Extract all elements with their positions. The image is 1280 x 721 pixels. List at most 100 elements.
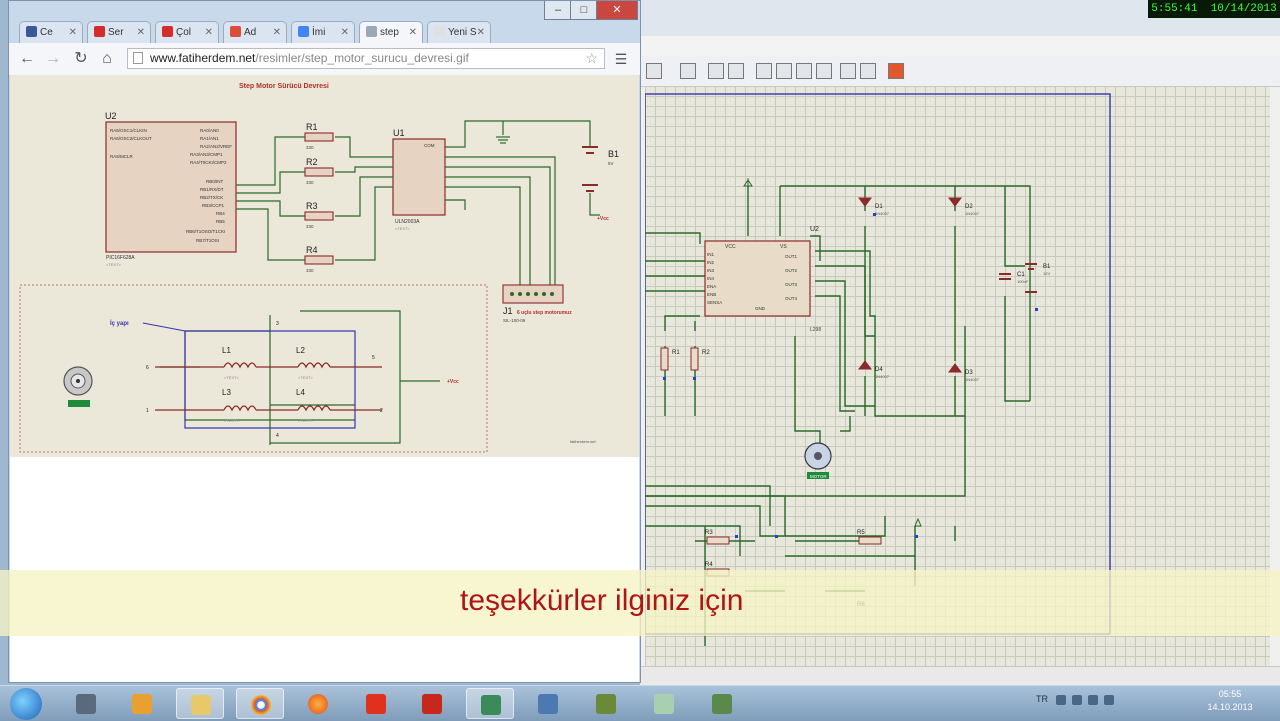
bookmark-star-icon[interactable]: ☆ bbox=[585, 49, 598, 68]
system-clock[interactable]: 05:55 14.10.2013 bbox=[1200, 688, 1260, 714]
forward-arrow-icon[interactable]: → bbox=[43, 49, 63, 69]
google-plus-icon bbox=[230, 26, 241, 37]
uln-label: U1 bbox=[393, 128, 405, 138]
pic-label: U2 bbox=[105, 111, 117, 121]
notepad-taskbar-button[interactable] bbox=[640, 688, 688, 719]
resistor-r1[interactable] bbox=[660, 347, 669, 371]
pic-pin-right-9: RB3/CCP1 bbox=[202, 203, 225, 208]
language-indicator[interactable]: TR bbox=[1036, 694, 1048, 704]
youtube-icon bbox=[162, 26, 173, 37]
pdf-taskbar-button[interactable] bbox=[408, 688, 456, 719]
diode-d2-part: 1N4007 bbox=[965, 211, 980, 216]
tab-label: Ser bbox=[108, 27, 124, 38]
close-icon[interactable]: ✕ bbox=[341, 22, 349, 43]
maximize-button[interactable]: □ bbox=[570, 1, 598, 20]
home-icon[interactable]: ⌂ bbox=[97, 49, 117, 69]
l298-vs: VS bbox=[780, 244, 787, 250]
inner-structure-frame bbox=[19, 284, 488, 453]
close-icon[interactable]: ✕ bbox=[137, 22, 145, 43]
media-player-icon bbox=[76, 694, 96, 714]
volume-icon[interactable] bbox=[1087, 694, 1098, 705]
tab-label: Ce bbox=[40, 27, 53, 38]
pic-pin-left-2: RA6/OSC2/CLKOUT bbox=[110, 136, 152, 141]
close-icon[interactable]: ✕ bbox=[477, 22, 485, 43]
chrome-icon bbox=[251, 695, 271, 715]
google-icon bbox=[298, 26, 309, 37]
tools-icon[interactable] bbox=[728, 63, 744, 79]
close-icon[interactable]: ✕ bbox=[409, 22, 417, 43]
wire-icon[interactable] bbox=[708, 63, 724, 79]
isis-icon bbox=[481, 695, 501, 715]
tab-youtube-1[interactable]: Ser ✕ bbox=[87, 21, 151, 43]
pic-pin-right-10: RB4 bbox=[216, 211, 225, 216]
music-icon[interactable] bbox=[816, 63, 832, 79]
circuit-taskbar-button[interactable] bbox=[582, 688, 630, 719]
start-button[interactable] bbox=[10, 688, 42, 720]
tools-taskbar-button[interactable] bbox=[698, 688, 746, 719]
tab-google[interactable]: İmi ✕ bbox=[291, 21, 355, 43]
chrome-taskbar-button[interactable] bbox=[236, 688, 284, 719]
pic-pin-right-5: RA4/T0CKI/CMP2 bbox=[190, 160, 227, 165]
minimize-button[interactable]: – bbox=[544, 1, 572, 20]
media-player-taskbar-button[interactable] bbox=[62, 688, 110, 719]
coil-l2-text: <TEXT> bbox=[298, 375, 314, 380]
zoom-icon[interactable] bbox=[646, 63, 662, 79]
diode-d2[interactable] bbox=[948, 197, 962, 207]
tab-google-plus[interactable]: Ad ✕ bbox=[223, 21, 287, 43]
resistor-r3[interactable] bbox=[706, 536, 730, 545]
close-icon[interactable]: ✕ bbox=[205, 22, 213, 43]
menu-icon[interactable]: ☰ bbox=[611, 49, 631, 69]
close-icon[interactable]: ✕ bbox=[273, 22, 281, 43]
diode-d3[interactable] bbox=[948, 363, 962, 373]
block-move-icon[interactable] bbox=[776, 63, 792, 79]
l298-label: U2 bbox=[810, 226, 819, 233]
netlist-icon[interactable] bbox=[840, 63, 856, 79]
pic-pin-right-4: RA3/AN3/CMP1 bbox=[190, 152, 223, 157]
explorer-taskbar-button[interactable] bbox=[176, 688, 224, 719]
youtube-taskbar-button[interactable] bbox=[352, 688, 400, 719]
firefox-taskbar-button[interactable] bbox=[294, 688, 342, 719]
proteus-isis-taskbar-button[interactable] bbox=[466, 688, 514, 719]
pin-number-2: 2 bbox=[380, 408, 383, 414]
pic-pin-right-2: RA1/AN1 bbox=[200, 136, 219, 141]
video-subtitle: teşekkürler ilginiz için bbox=[0, 570, 1280, 636]
bom-icon[interactable] bbox=[860, 63, 876, 79]
coil-l1-text: <TEXT> bbox=[224, 375, 240, 380]
reload-icon[interactable]: ↻ bbox=[71, 49, 91, 69]
block-delete-icon[interactable] bbox=[796, 63, 812, 79]
coil-l4-text: <TEXT> bbox=[298, 418, 314, 423]
block-copy-icon[interactable] bbox=[756, 63, 772, 79]
tab-label: Ad bbox=[244, 27, 257, 38]
l298-out1: OUT1 bbox=[785, 254, 797, 259]
resistor-r5[interactable] bbox=[858, 536, 882, 545]
proteus-horizontal-scrollbar[interactable] bbox=[640, 666, 1280, 686]
media-center-icon bbox=[132, 694, 152, 714]
clock-date: 14.10.2013 bbox=[1207, 702, 1253, 712]
tools-icon bbox=[712, 694, 732, 714]
resistor-r1-label: R1 bbox=[306, 122, 318, 132]
component-mode-icon[interactable] bbox=[680, 63, 696, 79]
flag-icon[interactable] bbox=[1055, 694, 1066, 705]
resistor-r3-label: R3 bbox=[705, 530, 713, 536]
url-input[interactable]: www.fatiherdem.net/resimler/step_motor_s… bbox=[127, 48, 605, 69]
pic-pin-left-1: RA5/OSC1/CLKIN bbox=[110, 128, 147, 133]
tab-facebook[interactable]: Ce ✕ bbox=[19, 21, 83, 43]
back-arrow-icon[interactable]: ← bbox=[17, 49, 37, 69]
proteus-menubar[interactable] bbox=[640, 36, 1280, 57]
tab-step-motor[interactable]: step ✕ bbox=[359, 21, 423, 43]
power-icon[interactable] bbox=[1103, 694, 1114, 705]
media-center-taskbar-button[interactable] bbox=[118, 688, 166, 719]
close-window-button[interactable]: ✕ bbox=[596, 1, 638, 20]
uln-part: ULN2003A bbox=[395, 219, 420, 225]
ares-icon[interactable] bbox=[888, 63, 904, 79]
network-icon[interactable] bbox=[1071, 694, 1082, 705]
diode-d1[interactable] bbox=[858, 197, 872, 207]
ares-taskbar-button[interactable] bbox=[524, 688, 572, 719]
pic-pin-right-6: RB0/INT bbox=[206, 179, 224, 184]
tab-new-tab[interactable]: Yeni S ✕ bbox=[427, 21, 491, 43]
close-icon[interactable]: ✕ bbox=[69, 22, 77, 43]
diode-d4[interactable] bbox=[858, 360, 872, 370]
resistor-r1 bbox=[304, 132, 334, 142]
tab-youtube-2[interactable]: Çol ✕ bbox=[155, 21, 219, 43]
resistor-r2[interactable] bbox=[690, 347, 699, 371]
